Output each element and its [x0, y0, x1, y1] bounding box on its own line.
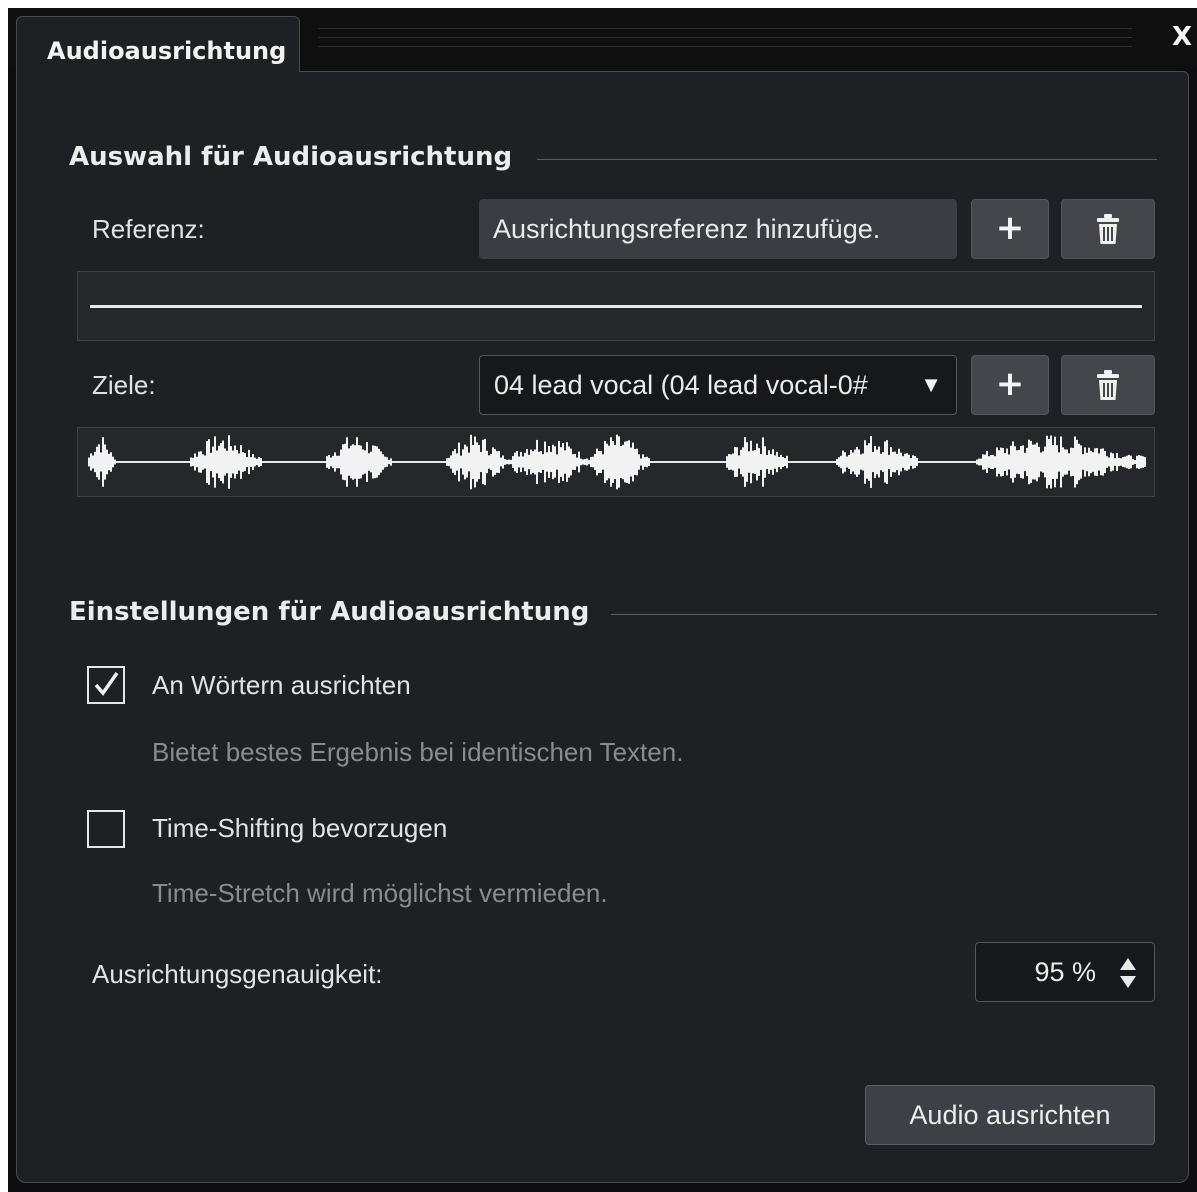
waveform-graphic: [88, 434, 1146, 490]
trash-icon: [1097, 370, 1119, 400]
reference-waveform: [77, 271, 1155, 341]
section-title-settings: Einstellungen für Audioausrichtung: [69, 597, 590, 627]
add-target-button[interactable]: +: [971, 355, 1049, 415]
section-divider: [611, 614, 1157, 615]
align-words-hint: Bietet bestes Ergebnis bei identischen T…: [152, 737, 684, 767]
reference-label: Referenz:: [92, 214, 205, 244]
delete-target-button[interactable]: [1061, 355, 1155, 415]
tab-label: Audioausrichtung: [47, 37, 287, 65]
plus-icon: +: [995, 364, 1025, 404]
delete-reference-button[interactable]: [1061, 199, 1155, 259]
precision-value: 95 %: [1034, 957, 1096, 987]
align-words-checkbox[interactable]: [87, 666, 125, 704]
add-reference-button[interactable]: +: [971, 199, 1049, 259]
checkmark-icon: [94, 671, 119, 696]
plus-icon: +: [995, 208, 1025, 248]
reference-field[interactable]: Ausrichtungsreferenz hinzufüge.: [479, 199, 957, 259]
close-icon[interactable]: X: [1170, 22, 1194, 52]
reference-flat-line: [90, 305, 1142, 308]
chevron-down-icon: ▼: [920, 372, 942, 397]
dialog-panel: Auswahl für Audioausrichtung Referenz: A…: [16, 71, 1189, 1183]
time-shifting-label: Time-Shifting bevorzugen: [152, 813, 448, 843]
tab-bar: Audioausrichtung X: [8, 8, 1197, 72]
trash-icon: [1097, 214, 1119, 244]
precision-label: Ausrichtungsgenauigkeit:: [92, 959, 383, 989]
target-dropdown[interactable]: 04 lead vocal (04 lead vocal-0# ▼: [479, 355, 957, 415]
align-words-label: An Wörtern ausrichten: [152, 670, 411, 700]
targets-label: Ziele:: [92, 370, 156, 400]
precision-spinbox[interactable]: 95 %: [975, 942, 1155, 1002]
time-shifting-checkbox[interactable]: [87, 810, 125, 848]
section-divider: [537, 159, 1157, 160]
tab-bar-grip: [318, 28, 1132, 52]
target-value: 04 lead vocal (04 lead vocal-0#: [494, 370, 868, 400]
align-audio-button[interactable]: Audio ausrichten: [865, 1085, 1155, 1145]
time-shifting-hint: Time-Stretch wird möglichst vermieden.: [152, 878, 608, 908]
audio-alignment-window: Audioausrichtung X Auswahl für Audioausr…: [8, 8, 1197, 1192]
spin-arrows-icon[interactable]: [1118, 957, 1138, 989]
section-title-selection: Auswahl für Audioausrichtung: [69, 142, 513, 172]
tab-audioausrichtung[interactable]: Audioausrichtung: [16, 16, 300, 72]
target-waveform: [77, 427, 1155, 497]
